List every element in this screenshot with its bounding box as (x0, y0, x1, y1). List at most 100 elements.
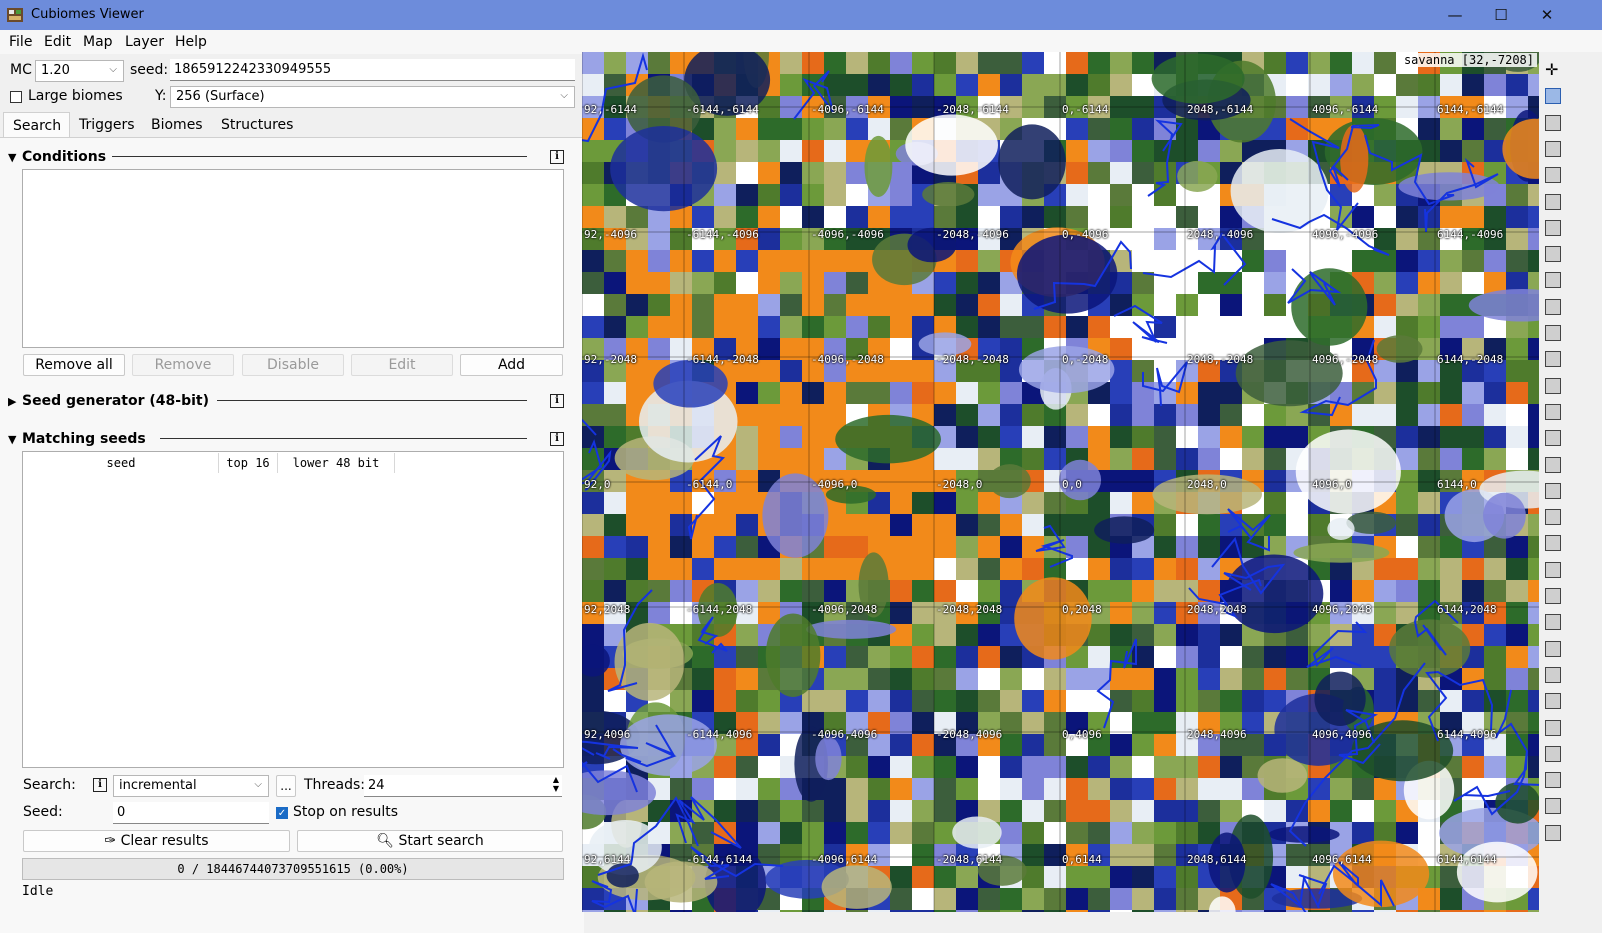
biome-tile (912, 844, 935, 867)
spawn-icon[interactable] (1545, 798, 1561, 815)
nether-portal-icon[interactable] (1545, 745, 1561, 762)
biome-tile (780, 294, 803, 317)
start-search-button[interactable]: 🔍︎ Start search (297, 830, 563, 852)
monument-icon[interactable] (1545, 351, 1561, 368)
more-options-button[interactable]: ... (276, 775, 296, 797)
column-header-top16[interactable]: top 16 (219, 453, 278, 473)
biome-tile (824, 316, 847, 339)
trial-chambers-icon[interactable] (1545, 614, 1561, 631)
divider (112, 156, 527, 157)
treasure-icon[interactable] (1545, 482, 1561, 499)
large-biomes-checkbox[interactable] (10, 91, 22, 103)
biome-tile (1000, 294, 1023, 317)
biome-tile (1506, 536, 1529, 559)
tab-structures[interactable]: Structures (212, 112, 298, 138)
stronghold-icon[interactable] (1545, 772, 1561, 789)
height-icon[interactable] (1545, 114, 1561, 131)
mansion-icon[interactable] (1545, 377, 1561, 394)
remove-button[interactable]: Remove (132, 354, 234, 376)
mineshaft-icon[interactable] (1545, 509, 1561, 526)
biome-tile (1044, 822, 1067, 845)
remove-all-button[interactable]: Remove all (23, 354, 125, 376)
biome-tile (780, 52, 803, 75)
biome-tile (736, 250, 759, 273)
menu-layer[interactable]: Layer (125, 34, 164, 50)
start-seed-input[interactable]: 0 (113, 802, 269, 824)
biome-tile (1154, 140, 1177, 163)
grid-icon[interactable] (1545, 167, 1561, 184)
biome-tile (1220, 316, 1243, 339)
biome-tile (890, 184, 913, 207)
column-header-seed[interactable]: seed (24, 453, 219, 473)
matching-seeds-table[interactable] (22, 451, 564, 768)
fossil-icon[interactable] (1545, 561, 1561, 578)
trail-ruins-icon[interactable] (1545, 588, 1561, 604)
minimize-button[interactable]: — (1432, 0, 1478, 30)
player-icon[interactable] (1545, 824, 1561, 841)
info-icon[interactable]: i (550, 394, 564, 408)
edit-button[interactable]: Edit (351, 354, 453, 376)
tab-biomes[interactable]: Biomes (142, 112, 208, 138)
info-icon[interactable]: i (93, 778, 107, 792)
spin-arrows-icon[interactable]: ▲ ▼ (553, 775, 559, 793)
biome-tile (758, 910, 781, 912)
clear-results-button[interactable]: ✑ Clear results (23, 830, 290, 852)
slime-icon[interactable] (1545, 193, 1561, 210)
noise-icon[interactable] (1545, 140, 1561, 157)
biome-tile (802, 140, 825, 163)
shipwreck-icon[interactable] (1545, 535, 1561, 552)
biome-tile (670, 250, 693, 273)
biome-tile (1066, 514, 1089, 537)
outpost-icon[interactable] (1545, 403, 1561, 420)
disable-button[interactable]: Disable (242, 354, 344, 376)
ancient-city-icon[interactable] (1545, 430, 1561, 447)
seed-input[interactable]: 1865912242330949555 (170, 59, 575, 81)
biome-tile (1374, 52, 1397, 75)
crosshair-icon[interactable]: ✛ (1545, 62, 1561, 78)
end-city-icon[interactable] (1545, 666, 1561, 683)
conditions-header[interactable]: ▼ Conditions (8, 149, 106, 169)
bastion-icon[interactable] (1545, 693, 1561, 710)
close-button[interactable]: ✕ (1524, 0, 1570, 30)
maximize-button[interactable]: ☐ (1478, 0, 1524, 30)
matching-seeds-header[interactable]: ▼ Matching seeds (8, 431, 146, 451)
column-header-lower48[interactable]: lower 48 bit (278, 453, 395, 473)
search-mode-select[interactable]: incremental ⌵ (113, 775, 269, 797)
biome-tile (1462, 558, 1485, 581)
tab-triggers[interactable]: Triggers (70, 112, 140, 138)
seed-generator-header[interactable]: ▶ Seed generator (48-bit) (8, 393, 209, 413)
add-button[interactable]: Add (460, 354, 563, 376)
menu-help[interactable]: Help (175, 34, 207, 50)
stop-on-results-checkbox[interactable]: ✓ (276, 807, 288, 819)
swamp-hut-icon[interactable] (1545, 298, 1561, 315)
biome-tile (1396, 74, 1419, 97)
conditions-list[interactable] (22, 169, 564, 348)
biome-map[interactable]: 92,-6144 -6144,-6144 -4096,-6144 -2048,-614… (582, 52, 1539, 912)
menu-map[interactable]: Map (83, 34, 113, 50)
menu-edit[interactable]: Edit (44, 34, 71, 50)
biome-tile (846, 668, 869, 691)
jungle-temple-icon[interactable] (1545, 272, 1561, 289)
menu-file[interactable]: File (9, 34, 32, 50)
ruined-portal-icon[interactable] (1545, 456, 1561, 473)
fortress-icon[interactable] (1545, 719, 1561, 736)
tab-search[interactable]: Search (3, 112, 70, 138)
village-icon[interactable] (1545, 219, 1561, 236)
igloo-icon[interactable] (1545, 325, 1561, 341)
biome-tile (1484, 426, 1507, 449)
biome-tile (1000, 756, 1023, 779)
biome-tile (758, 756, 781, 779)
desert-temple-icon[interactable] (1545, 246, 1561, 263)
y-level-select[interactable]: 256 (Surface) ⌵ (170, 86, 575, 108)
biome-tile (1088, 118, 1111, 141)
biome-tile (912, 734, 935, 757)
biome-layer-icon[interactable] (1545, 88, 1561, 105)
threads-spinbox[interactable]: 24 ▲ ▼ (364, 775, 562, 797)
mc-version-select[interactable]: 1.20 ⌵ (35, 60, 124, 82)
info-icon[interactable]: i (550, 432, 564, 446)
biome-tile (1132, 338, 1155, 361)
biome-tile (846, 778, 869, 801)
gateway-icon[interactable] (1545, 640, 1561, 657)
info-icon[interactable]: i (550, 150, 564, 164)
grid-coordinate-label: 6144,0 (1437, 478, 1477, 491)
